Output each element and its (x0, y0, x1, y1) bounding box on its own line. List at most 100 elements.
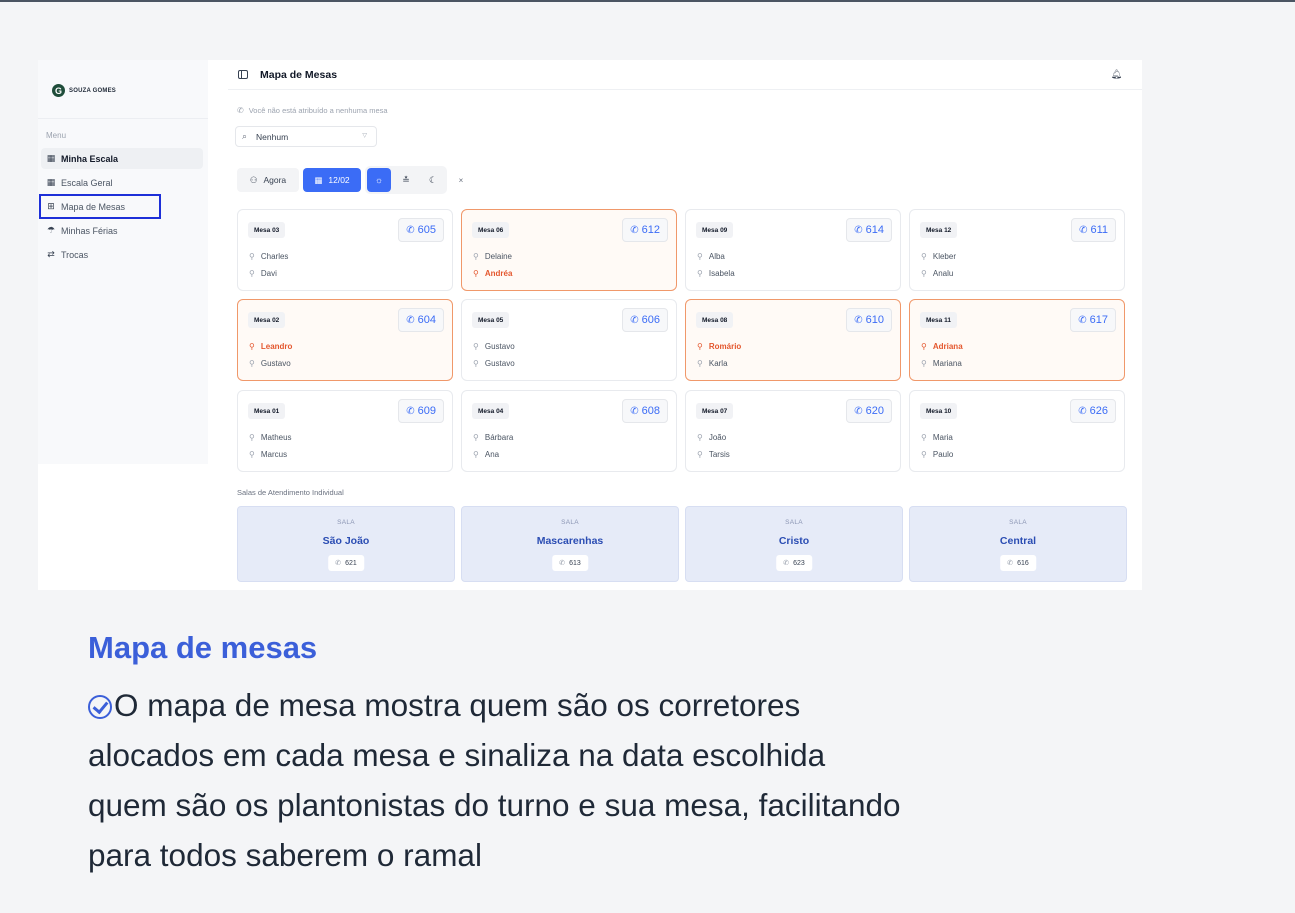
desk-card[interactable]: Mesa 03 ✆ 605 ⚲ Charles ⚲ Davi (237, 209, 453, 291)
person-name: Leandro (260, 342, 293, 351)
sidebar-menu: ▦ Minha Escala ▦ Escala Geral ⊞ Mapa de … (39, 148, 203, 268)
desk-label: Mesa 10 (920, 403, 958, 419)
phone-icon: ✆ (783, 560, 790, 567)
desk-label: Mesa 06 (472, 222, 510, 238)
phone-icon: ✆ (1079, 224, 1088, 236)
now-button[interactable]: ⚇ Agora (237, 168, 299, 192)
extension-badge[interactable]: ✆ 620 (846, 399, 892, 423)
clear-filter-button[interactable]: × (451, 168, 471, 192)
user-icon: ⚲ (697, 359, 703, 368)
room-name: Mascarenhas (536, 535, 604, 547)
room-extension[interactable]: ✆ 621 (328, 555, 364, 571)
extension-badge[interactable]: ✆ 605 (398, 218, 444, 242)
person-name: Alba (708, 252, 725, 261)
person-name: Gustavo (484, 342, 515, 351)
extension-badge[interactable]: ✆ 604 (398, 308, 444, 332)
person: ⚲ Marcus (249, 450, 287, 459)
extension-badge[interactable]: ✆ 626 (1070, 399, 1116, 423)
phone-icon: ✆ (854, 224, 863, 236)
rooms-section-label: Salas de Atendimento Individual (237, 488, 344, 497)
desk-card[interactable]: Mesa 07 ✆ 620 ⚲ João ⚲ Tarsis (685, 390, 901, 472)
room-extension[interactable]: ✆ 623 (776, 555, 812, 571)
desk-card[interactable]: Mesa 02 ✆ 604 ⚲ Leandro ⚲ Gustavo (237, 299, 453, 381)
user-icon: ⚲ (921, 342, 927, 351)
person: ⚲ Bárbara (473, 433, 513, 442)
person-name: Gustavo (260, 359, 291, 368)
phone-icon: ✆ (630, 224, 639, 236)
bell-icon[interactable]: 🔔︎ (1111, 69, 1122, 80)
sunset-icon[interactable]: ≛ (394, 168, 418, 192)
person: ⚲ Paulo (921, 450, 953, 459)
person: ⚲ Alba (697, 252, 725, 261)
room-extension[interactable]: ✆ 616 (1000, 555, 1036, 571)
extension-number: 612 (641, 224, 660, 236)
sun-icon[interactable]: ☼ (367, 168, 391, 192)
room-extension[interactable]: ✆ 613 (552, 555, 588, 571)
phone-icon: ✆ (335, 560, 342, 567)
sidebar-item-trocas[interactable]: ⇄ Trocas (41, 244, 203, 265)
desk-card[interactable]: Mesa 01 ✆ 609 ⚲ Matheus ⚲ Marcus (237, 390, 453, 472)
extension-badge[interactable]: ✆ 609 (398, 399, 444, 423)
user-icon: ⚲ (473, 359, 479, 368)
caption-line-text: O mapa de mesa mostra quem são os corret… (114, 687, 801, 723)
person: ⚲ Matheus (249, 433, 292, 442)
user-icon: ⚲ (249, 252, 255, 261)
user-icon: ⚲ (697, 433, 703, 442)
sidebar-item-minhas-ferias[interactable]: ☂ Minhas Férias (41, 220, 203, 241)
extension-number: 626 (1089, 405, 1108, 417)
menu-label: Menu (46, 131, 67, 140)
extension-badge[interactable]: ✆ 617 (1070, 308, 1116, 332)
person-name: João (708, 433, 727, 442)
room-extension-number: 621 (345, 559, 357, 567)
logo-mark-icon: G (52, 84, 65, 97)
desk-card[interactable]: Mesa 05 ✆ 606 ⚲ Gustavo ⚲ Gustavo (461, 299, 677, 381)
desk-card[interactable]: Mesa 10 ✆ 626 ⚲ Maria ⚲ Paulo (909, 390, 1125, 472)
person: ⚲ Davi (249, 269, 277, 278)
phone-icon: ✆ (237, 106, 244, 115)
extension-number: 606 (641, 314, 660, 326)
extension-number: 617 (1089, 314, 1108, 326)
sidebar-item-minha-escala[interactable]: ▦ Minha Escala (41, 148, 203, 169)
extension-badge[interactable]: ✆ 608 (622, 399, 668, 423)
user-icon: ⚲ (697, 342, 703, 351)
desk-card[interactable]: Mesa 12 ✆ 611 ⚲ Kleber ⚲ Analu (909, 209, 1125, 291)
room-card[interactable]: SALA Central ✆ 616 (909, 506, 1127, 582)
person-name: Marcus (260, 450, 288, 459)
on-duty-person: ⚲ Andréa (473, 269, 512, 278)
extension-badge[interactable]: ✆ 606 (622, 308, 668, 332)
desk-card[interactable]: Mesa 09 ✆ 614 ⚲ Alba ⚲ Isabela (685, 209, 901, 291)
desk-label: Mesa 03 (248, 222, 286, 238)
extension-badge[interactable]: ✆ 612 (622, 218, 668, 242)
desk-card[interactable]: Mesa 08 ✆ 610 ⚲ Romário ⚲ Karla (685, 299, 901, 381)
phone-icon: ✆ (1007, 560, 1014, 567)
room-card[interactable]: SALA São João ✆ 621 (237, 506, 455, 582)
calendar-icon: ▦ (46, 177, 56, 187)
room-name: São João (322, 535, 370, 547)
person-name: Davi (260, 269, 277, 278)
user-icon: ⚲ (249, 359, 255, 368)
sidebar-item-mapa-de-mesas[interactable]: ⊞ Mapa de Mesas (39, 194, 161, 219)
shift-toggle-group: ☼ ≛ ☾ (365, 166, 447, 194)
person-name: Matheus (260, 433, 292, 442)
person-name: Andréa (484, 269, 513, 278)
desk-card[interactable]: Mesa 04 ✆ 608 ⚲ Bárbara ⚲ Ana (461, 390, 677, 472)
date-picker-button[interactable]: ▦ 12/02 (303, 168, 361, 192)
sidebar-toggle-icon[interactable] (238, 70, 248, 79)
room-card[interactable]: SALA Cristo ✆ 623 (685, 506, 903, 582)
moon-icon[interactable]: ☾ (421, 168, 445, 192)
desk-label: Mesa 07 (696, 403, 734, 419)
desk-card[interactable]: Mesa 06 ✆ 612 ⚲ Delaine ⚲ Andréa (461, 209, 677, 291)
desk-label: Mesa 09 (696, 222, 734, 238)
extension-badge[interactable]: ✆ 614 (846, 218, 892, 242)
phone-icon: ✆ (854, 405, 863, 417)
desk-card[interactable]: Mesa 11 ✆ 617 ⚲ Adriana ⚲ Mariana (909, 299, 1125, 381)
room-card[interactable]: SALA Mascarenhas ✆ 613 (461, 506, 679, 582)
sidebar-item-label: Minha Escala (61, 153, 119, 164)
sidebar-item-escala-geral[interactable]: ▦ Escala Geral (41, 172, 203, 193)
on-duty-person: ⚲ Romário (697, 342, 741, 351)
person-select[interactable]: ⌕ Nenhum ▽ (235, 126, 377, 147)
search-icon: ⌕ (242, 131, 248, 141)
extension-badge[interactable]: ✆ 611 (1071, 218, 1116, 242)
extension-badge[interactable]: ✆ 610 (846, 308, 892, 332)
room-name: Central (999, 535, 1037, 547)
